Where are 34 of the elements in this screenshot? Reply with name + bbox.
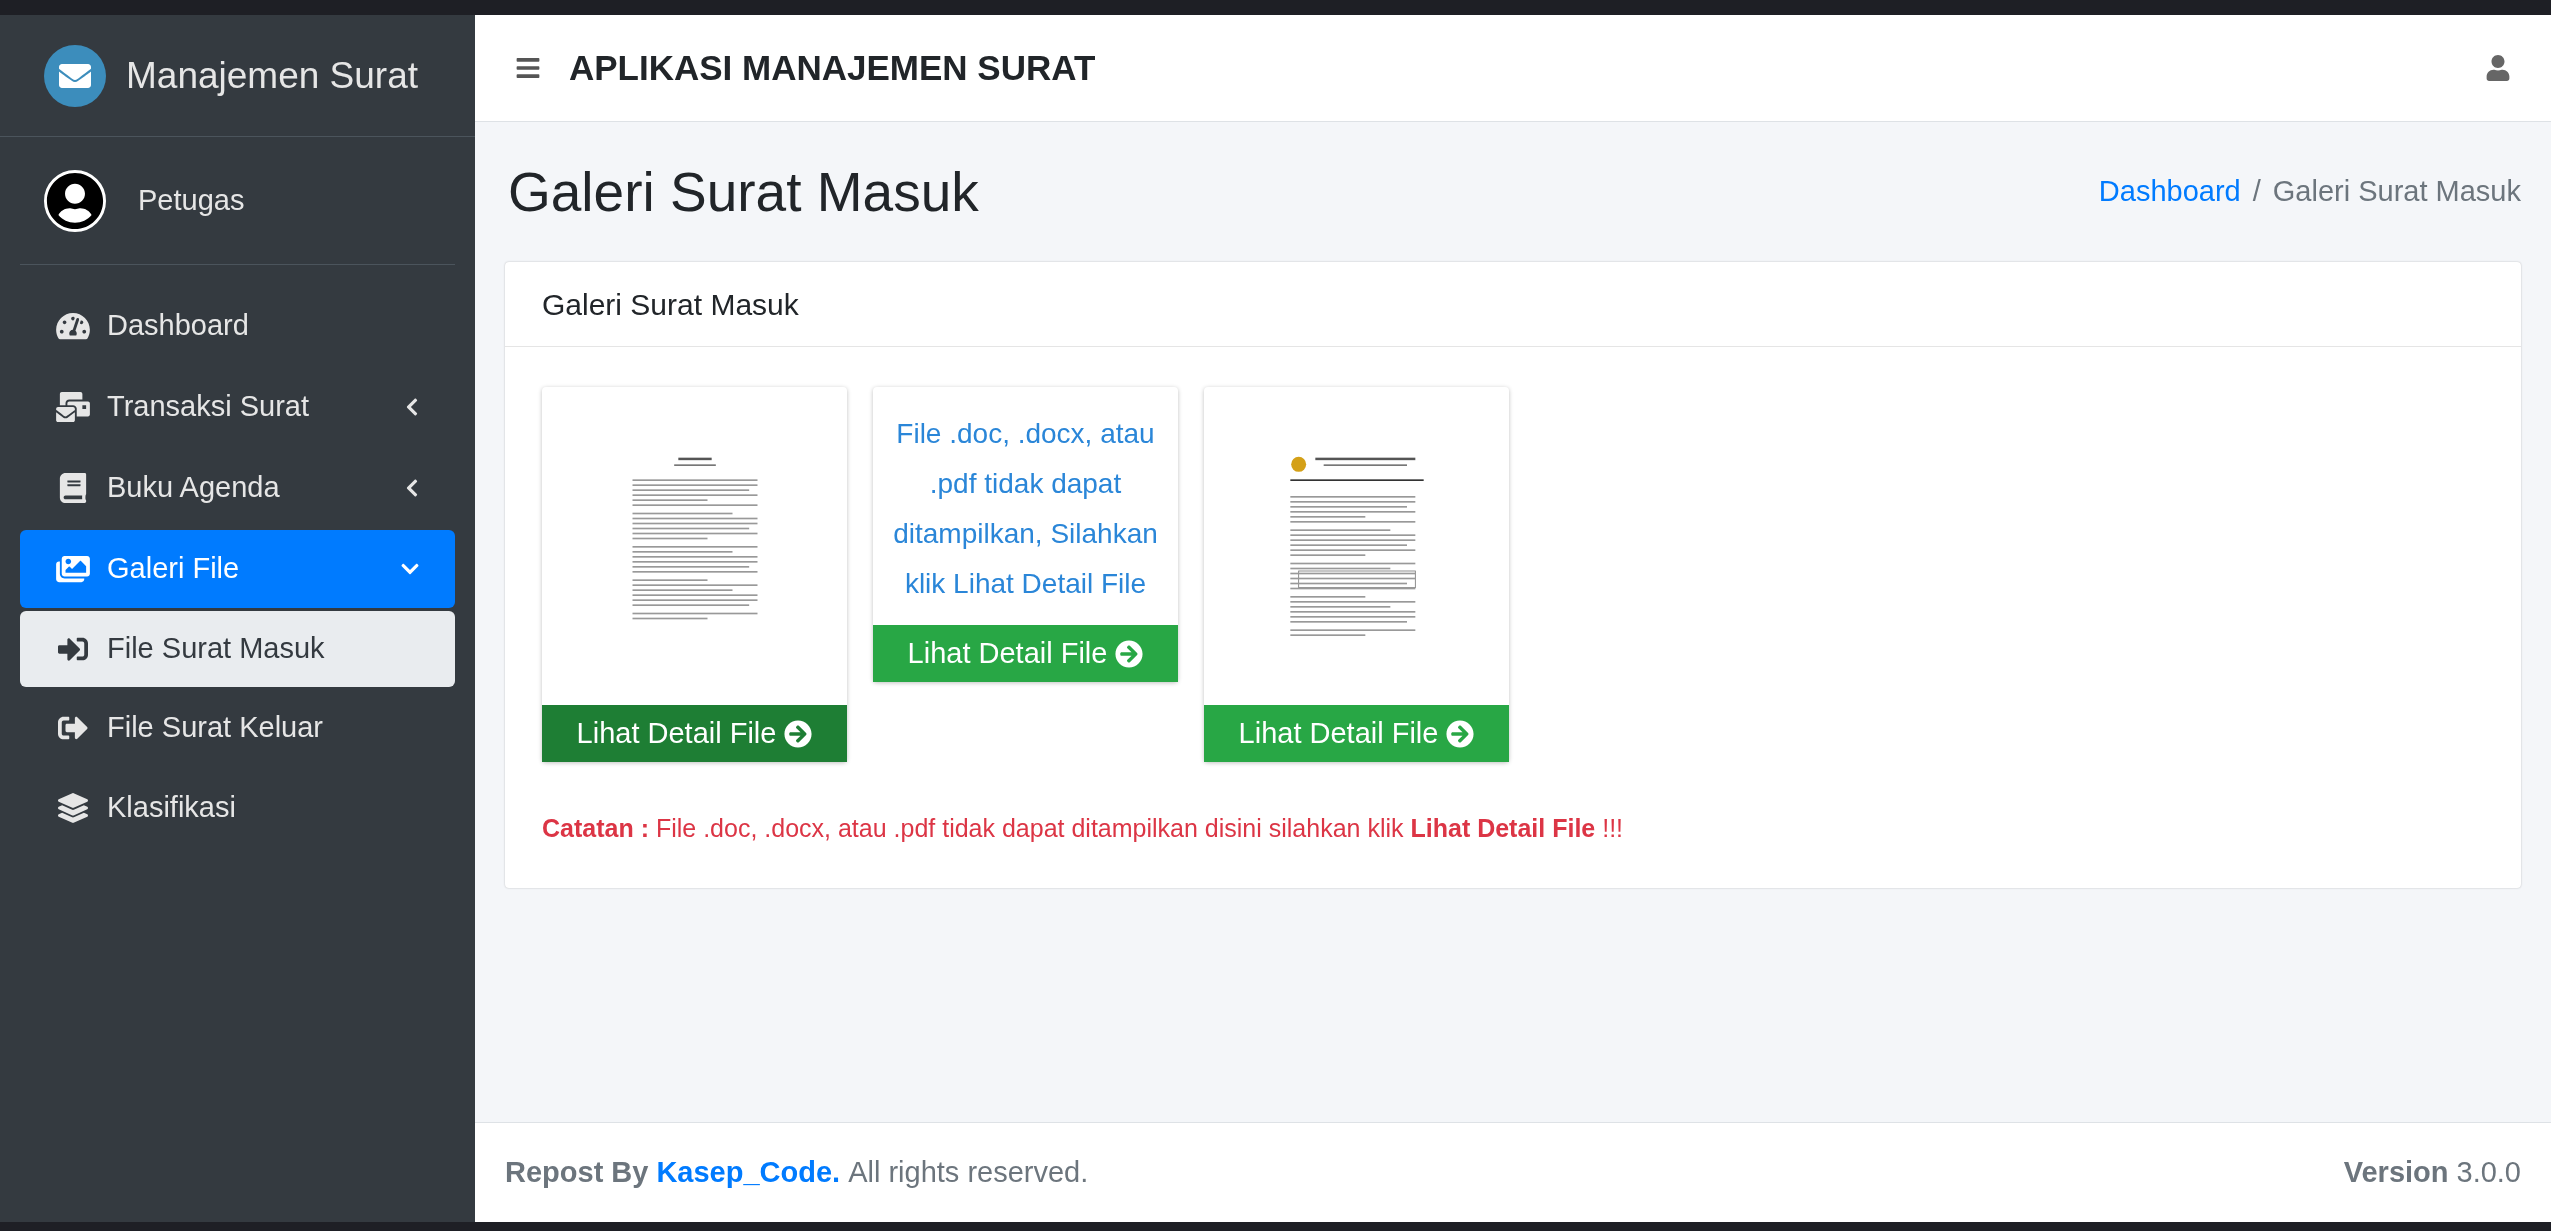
note-text: Catatan : File .doc, .docx, atau .pdf tidak dapat ditampilkan disini silahkan klik Lihat Detail File !!! [542,813,1625,844]
images-icon [55,554,91,584]
menu-item[interactable]: Transaksi Surat [20,368,455,446]
preview-message: File .doc, .docx, atau .pdf tidak dapat ditampilkan, Silahkan klik Lihat Detail File [892,417,1159,601]
mail-stack-icon [55,392,91,422]
breadcrumb-current: Galeri Surat Masuk [2272,174,2521,210]
chevron-left-icon [404,397,420,417]
layers-icon [55,793,91,823]
breadcrumb-separator: / [2252,174,2261,210]
menu-icon[interactable] [515,55,541,81]
card-title: Galeri Surat Masuk [542,286,799,323]
app-title: APLIKASI MANAJEMEN SURAT [569,46,1097,89]
breadcrumb-link[interactable]: Dashboard [2098,170,2241,214]
arrow-right-icon [1115,639,1144,668]
gauge-icon [55,311,91,341]
arrow-right-icon [784,719,813,748]
author-link[interactable]: Kasep_Code. [656,1150,841,1195]
footer-credit: Repost By [505,1154,649,1190]
version-label: Version [2343,1154,2449,1190]
version-number: 3.0.0 [2456,1154,2521,1190]
menu-item[interactable]: Klasifikasi [20,769,455,847]
submenu-item[interactable]: File Surat Keluar [20,690,455,766]
detail-button[interactable]: Lihat Detail File [542,705,847,762]
user-icon[interactable] [2485,55,2511,81]
user-name: Petugas [138,182,245,218]
menu-item[interactable]: Dashboard [20,287,455,365]
page-title: Galeri Surat Masuk [508,159,979,225]
rights-text: All rights reserved. [848,1154,1089,1190]
menu-item[interactable]: Galeri File [20,530,455,608]
arrow-right-icon [1446,719,1475,748]
chevron-left-icon [404,478,420,498]
brand-name: Manajemen Surat [126,53,419,98]
menu-item[interactable]: Buku Agenda [20,449,455,527]
submenu-item[interactable]: File Surat Masuk [20,611,455,687]
